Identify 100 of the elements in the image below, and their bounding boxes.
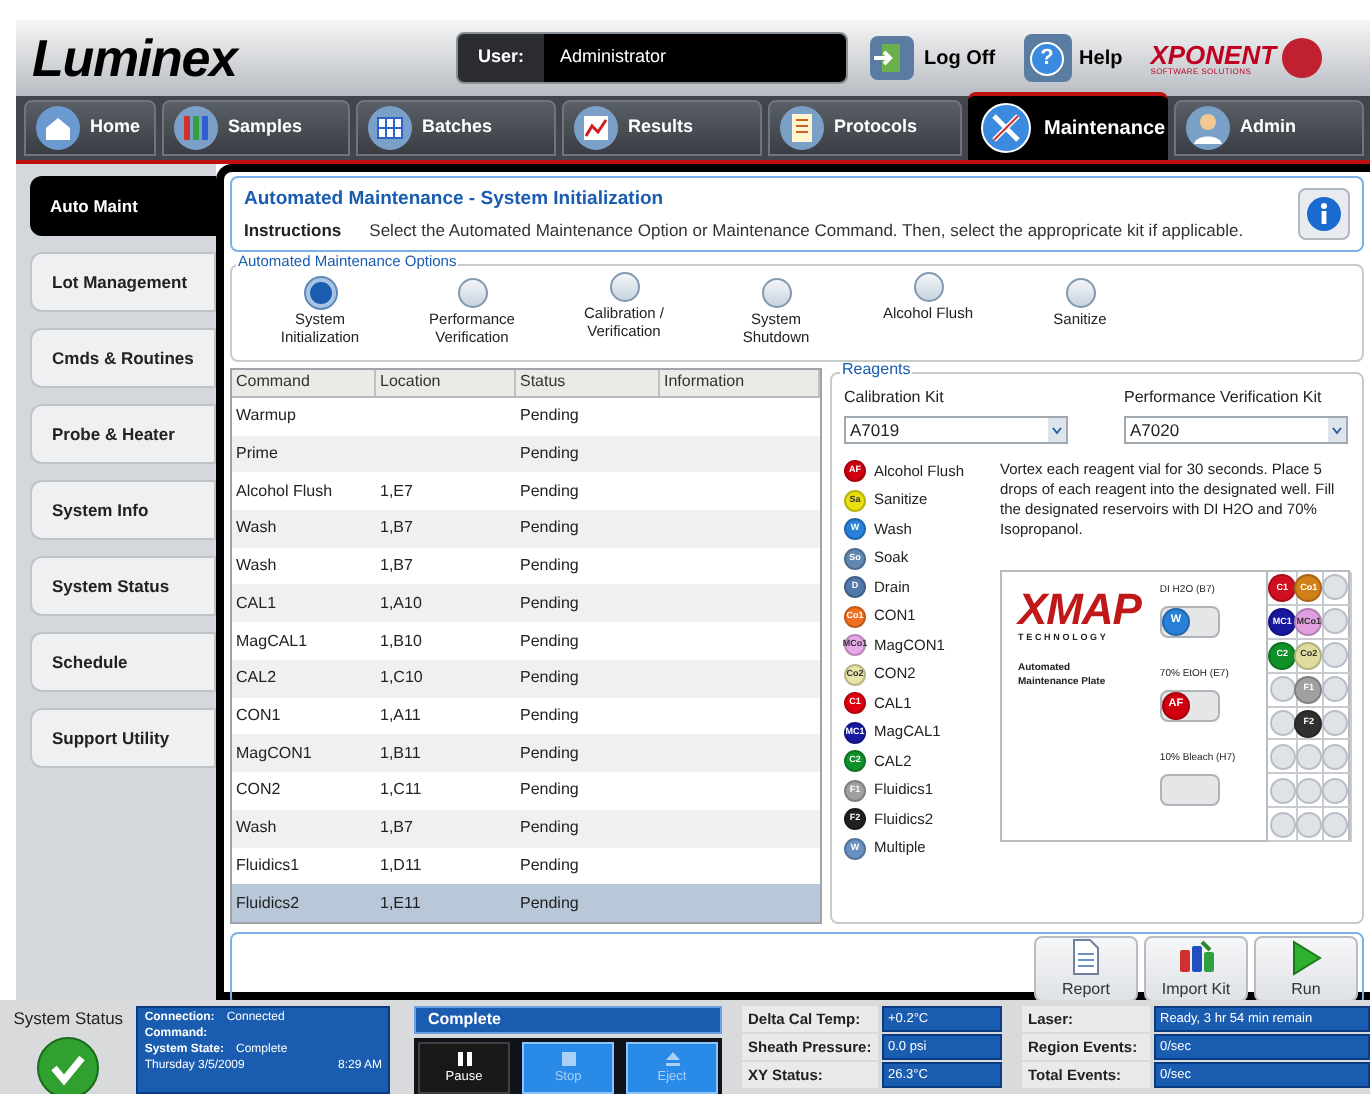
person-icon xyxy=(1184,104,1232,152)
stop-icon xyxy=(559,1050,577,1069)
table-cell: 1,B7 xyxy=(380,556,413,575)
table-cell: 1,E11 xyxy=(380,893,421,912)
info-button[interactable] xyxy=(1298,188,1350,240)
sidebar-item[interactable]: Lot Management xyxy=(30,252,216,312)
table-cell: Wash xyxy=(236,518,277,537)
table-cell: Prime xyxy=(236,443,278,462)
column-header: Information xyxy=(660,370,820,396)
table-cell: Wash xyxy=(236,556,277,575)
table-cell: Pending xyxy=(520,855,579,874)
instructions-label: Instructions xyxy=(244,217,342,243)
radio-button[interactable] xyxy=(1065,278,1095,308)
kit-value: A7019 xyxy=(850,417,900,443)
table-row[interactable]: Wash 1,B7 Pending xyxy=(232,809,820,848)
test-tubes-icon xyxy=(172,104,220,152)
table-cell: 1,B7 xyxy=(380,818,413,837)
table-cell: Fluidics1 xyxy=(236,855,300,874)
line-chart-icon xyxy=(572,104,620,152)
table-cell: Alcohol Flush xyxy=(236,481,333,500)
sidebar-item[interactable]: System Info xyxy=(30,480,216,540)
table-cell: Warmup xyxy=(236,406,296,425)
sidebar-item[interactable]: Auto Maint xyxy=(30,176,216,236)
status-title: System Status xyxy=(13,1006,124,1032)
table-row[interactable]: Prime Pending xyxy=(232,435,820,473)
table-cell: 1,B10 xyxy=(380,631,422,650)
kit-dropdown[interactable]: A7020 xyxy=(1124,416,1348,444)
nav-tab[interactable]: Admin xyxy=(1174,100,1364,156)
nav-tab[interactable]: Samples xyxy=(162,100,350,156)
table-cell: Pending xyxy=(520,893,579,912)
table-cell: 1,C10 xyxy=(380,668,423,687)
tools-icon xyxy=(980,102,1032,154)
table-cell: 1,B7 xyxy=(380,518,413,537)
radio-button[interactable] xyxy=(761,278,791,308)
radio-button[interactable] xyxy=(913,272,943,302)
state-banner: Complete xyxy=(414,1006,722,1034)
logo: Luminex xyxy=(32,25,242,91)
chevron-down-icon xyxy=(1048,418,1066,442)
bottles-icon xyxy=(1176,937,1216,977)
table-cell: Pending xyxy=(520,706,579,724)
radio-button[interactable] xyxy=(457,278,487,308)
table-cell: Pending xyxy=(520,631,579,650)
table-cell: CON1 xyxy=(236,706,281,724)
panel-title: Automated Maintenance - System Initialization xyxy=(244,185,666,213)
logoff-button[interactable]: Log Off xyxy=(868,34,996,82)
sidebar-item[interactable]: Cmds & Routines xyxy=(30,328,216,388)
house-icon xyxy=(34,104,82,152)
table-row[interactable]: Wash 1,B7 Pending xyxy=(232,510,820,548)
table-row[interactable]: MagCON1 1,B11 Pending xyxy=(232,734,820,773)
table-cell: Pending xyxy=(520,443,579,462)
table-row[interactable]: CAL1 1,A10 Pending xyxy=(232,584,820,623)
nav-tab[interactable]: Protocols xyxy=(768,100,962,156)
nav-tab[interactable]: Home xyxy=(24,100,156,156)
brand-logo: XPONENT xyxy=(1150,41,1277,67)
instructions-text: Select the Automated Maintenance Option or Maintenance Command. Then, select the appropricate kit if applicable. xyxy=(369,217,1244,243)
table-cell: Pending xyxy=(520,406,579,425)
report-button[interactable]: Report xyxy=(1034,936,1138,1002)
sidebar-item[interactable]: Probe & Heater xyxy=(30,404,216,464)
table-cell: Pending xyxy=(520,743,579,762)
table-cell: 1,C11 xyxy=(380,780,422,799)
table-cell: CAL1 xyxy=(236,593,277,612)
sidebar-item[interactable]: Schedule xyxy=(30,632,216,692)
table-row[interactable]: Fluidics2 1,E11 Pending xyxy=(232,884,820,922)
nav-tab[interactable]: Batches xyxy=(356,100,556,156)
user-value: Administrator xyxy=(544,34,846,82)
help-button[interactable]: ? Help xyxy=(1023,34,1123,82)
table-cell: MagCON1 xyxy=(236,743,312,762)
table-cell: Pending xyxy=(520,518,579,537)
door-icon xyxy=(868,34,916,82)
import-button[interactable]: Import Kit xyxy=(1144,936,1248,1002)
table-cell: Pending xyxy=(520,818,579,837)
pause-icon xyxy=(455,1050,473,1069)
xmap-logo: XMAP xyxy=(1018,588,1144,632)
column-header: Location xyxy=(376,370,516,396)
grid-icon xyxy=(366,104,414,152)
radio-button[interactable] xyxy=(305,278,335,308)
run-button[interactable]: Run xyxy=(1254,936,1358,1002)
table-cell: 1,E7 xyxy=(380,481,413,500)
kit-label: Calibration Kit xyxy=(844,386,946,410)
table-row[interactable]: CAL2 1,C10 Pending xyxy=(232,659,820,698)
table-cell: Pending xyxy=(520,593,579,612)
kit-dropdown[interactable]: A7019 xyxy=(844,416,1068,444)
table-cell: CON2 xyxy=(236,780,281,799)
table-cell: CAL2 xyxy=(236,668,277,687)
table-cell: Wash xyxy=(236,818,277,837)
info-icon xyxy=(1306,196,1342,232)
table-cell: 1,B11 xyxy=(380,743,421,762)
column-header: Command xyxy=(232,370,376,396)
column-header: Status xyxy=(516,370,660,396)
sidebar-item[interactable]: Support Utility xyxy=(30,708,216,768)
checkmark-icon xyxy=(36,1035,101,1094)
nav-tab[interactable]: Results xyxy=(562,100,762,156)
radio-button[interactable] xyxy=(609,272,639,302)
table-row[interactable]: CON1 1,A11 Pending xyxy=(232,697,820,735)
sidebar-item[interactable]: System Status xyxy=(30,556,216,616)
table-cell: Pending xyxy=(520,556,579,575)
kit-value: A7020 xyxy=(1130,417,1180,443)
nav-tab[interactable]: Maintenance xyxy=(968,92,1168,160)
table-cell: Pending xyxy=(520,780,579,799)
table-cell: Pending xyxy=(520,481,579,500)
